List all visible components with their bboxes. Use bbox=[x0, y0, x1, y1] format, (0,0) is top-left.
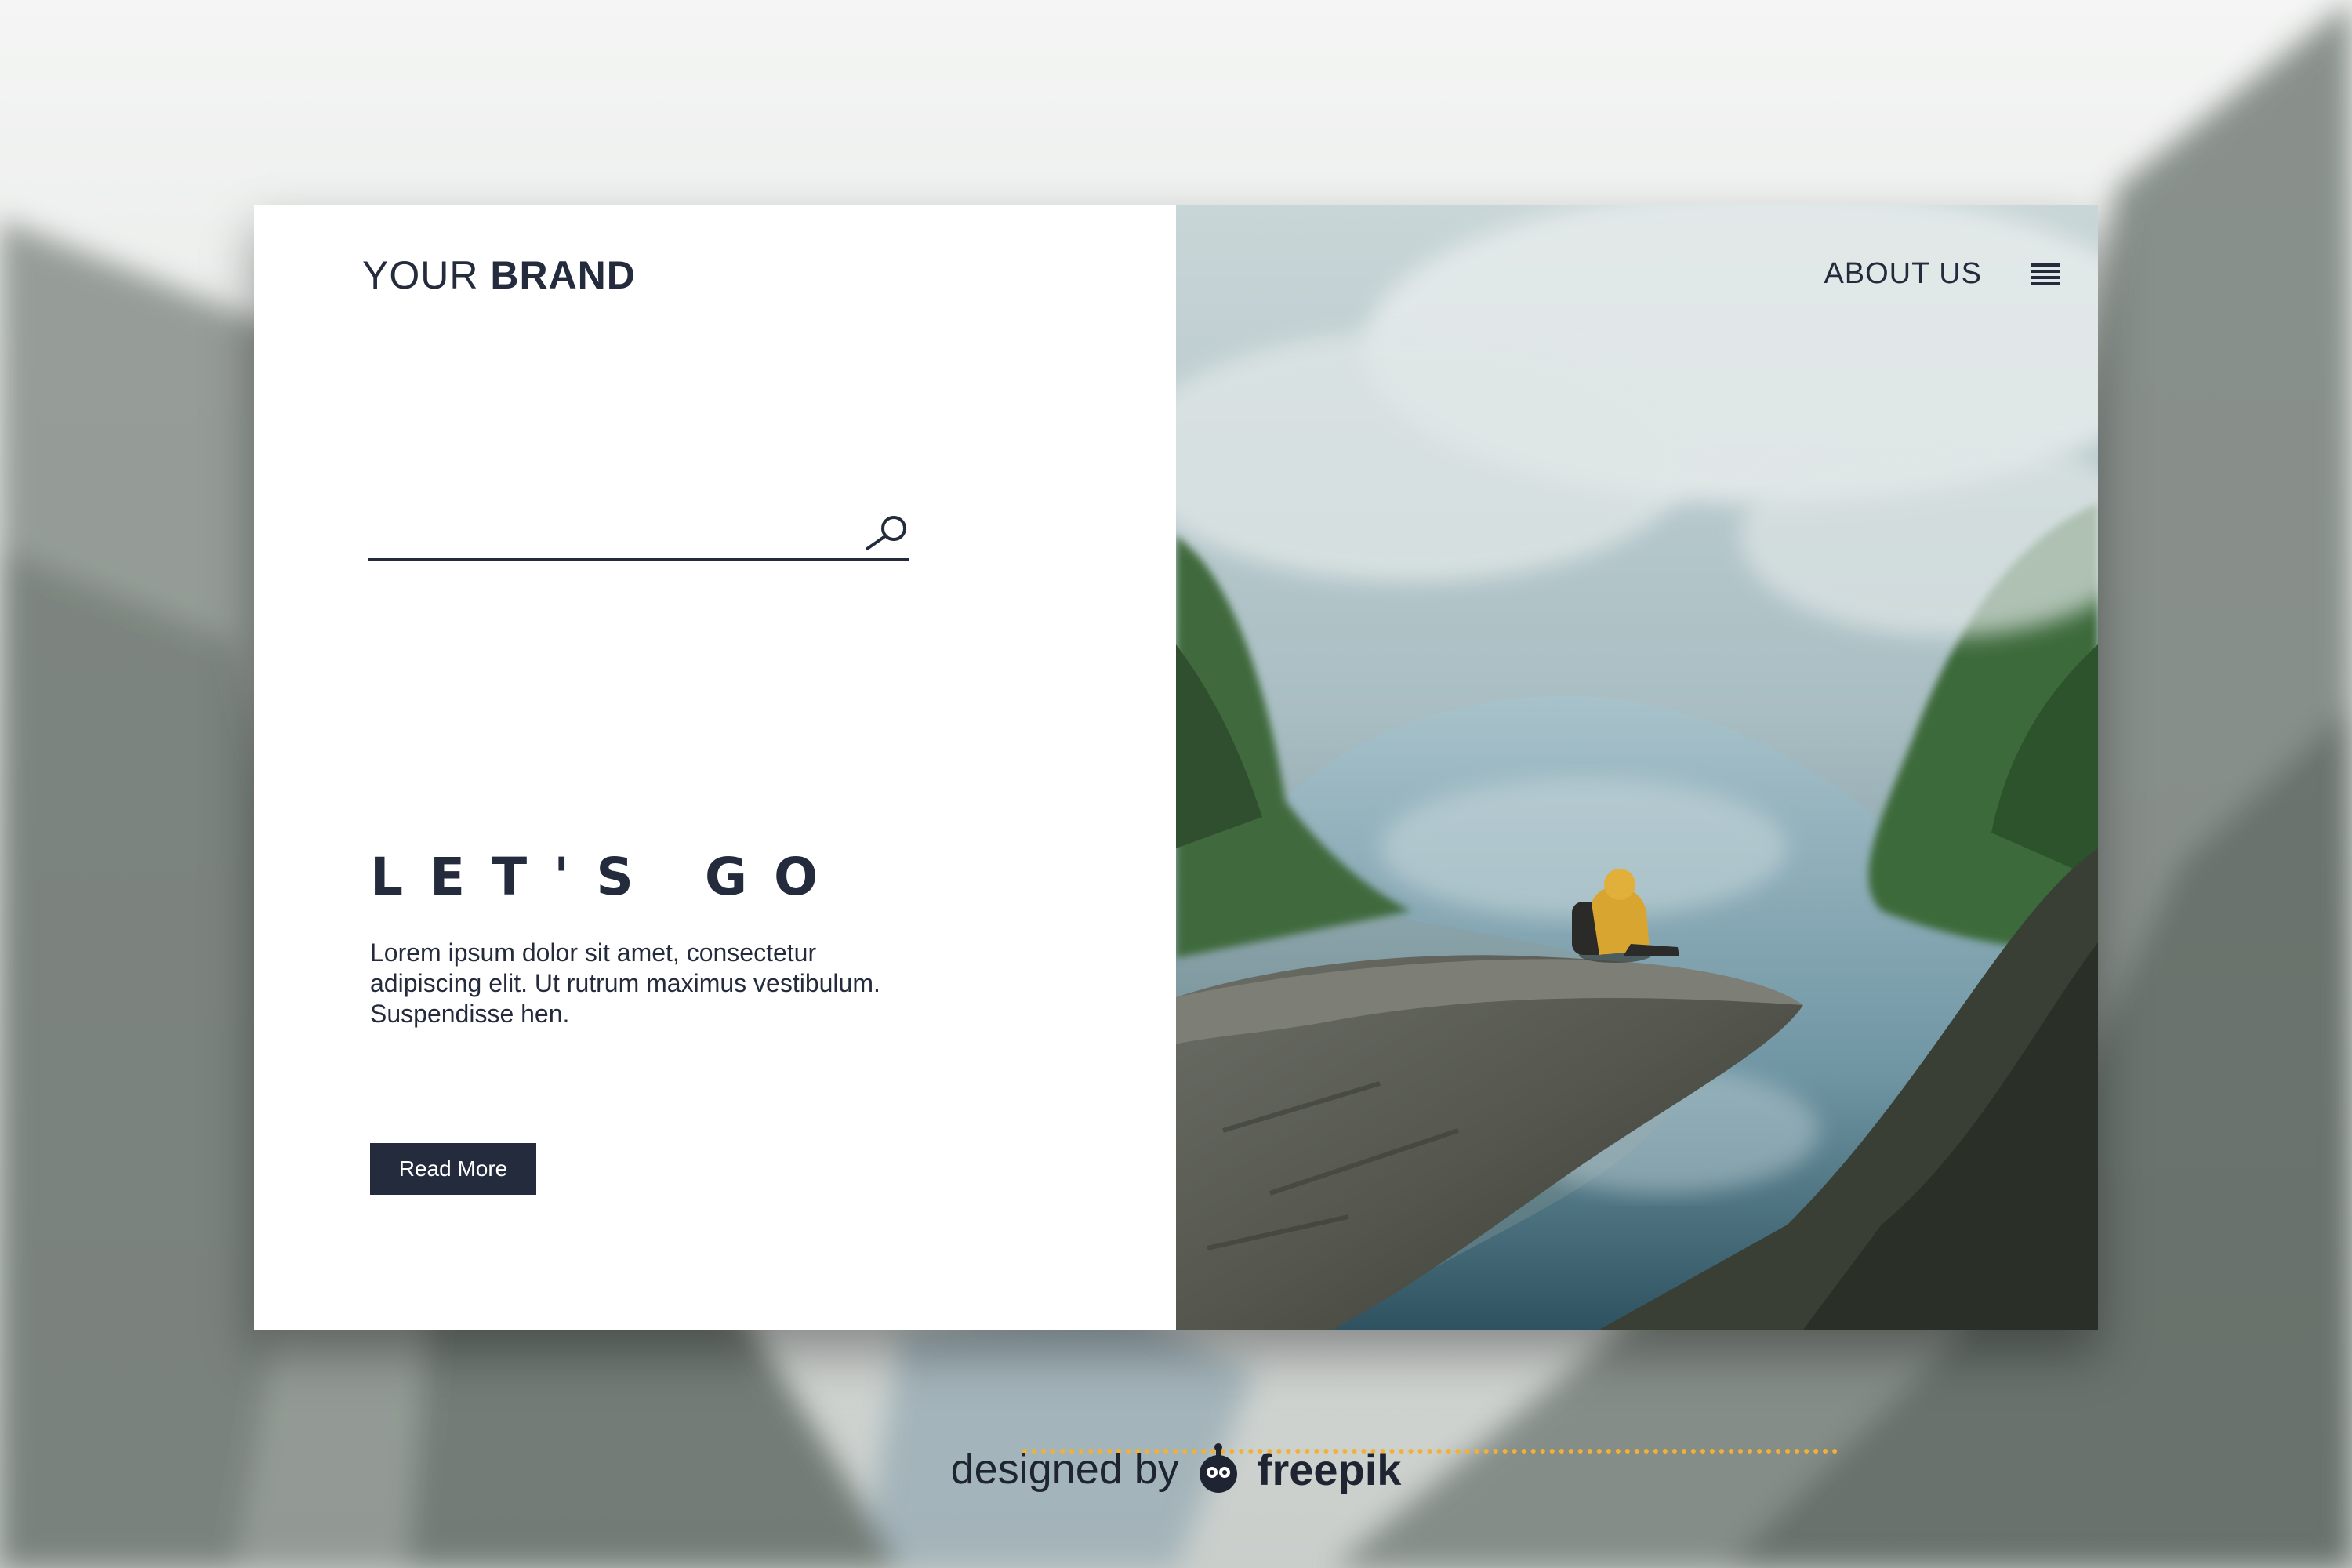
read-more-button[interactable]: Read More bbox=[370, 1143, 536, 1195]
credit-brand: freepik bbox=[1257, 1444, 1402, 1494]
freepik-logo-icon bbox=[1199, 1443, 1237, 1493]
search-input[interactable] bbox=[368, 508, 842, 557]
brand-logo[interactable]: YOUR BRAND bbox=[362, 252, 636, 298]
hero-headline: LET'S GO bbox=[370, 847, 845, 907]
nav-about-us[interactable]: ABOUT US bbox=[1824, 257, 1982, 291]
brand-logo-light: YOUR bbox=[362, 253, 491, 297]
search-bar bbox=[368, 508, 909, 561]
brand-logo-bold: BRAND bbox=[490, 253, 636, 297]
content-panel: YOUR BRAND LET'S GO Lorem ipsum dolor si… bbox=[254, 205, 1838, 1454]
fjord-cliff-image bbox=[1176, 205, 2098, 1330]
hero-photo: ABOUT US bbox=[1176, 205, 2098, 1330]
designed-by-credit: designed by freepik bbox=[0, 1438, 2352, 1501]
credit-text: designed by bbox=[950, 1446, 1179, 1493]
hamburger-menu-icon[interactable] bbox=[2031, 262, 2060, 285]
hero-description: Lorem ipsum dolor sit amet, consectetur … bbox=[370, 938, 880, 1028]
landing-card: YOUR BRAND LET'S GO Lorem ipsum dolor si… bbox=[254, 205, 2098, 1454]
search-icon[interactable] bbox=[864, 513, 909, 552]
